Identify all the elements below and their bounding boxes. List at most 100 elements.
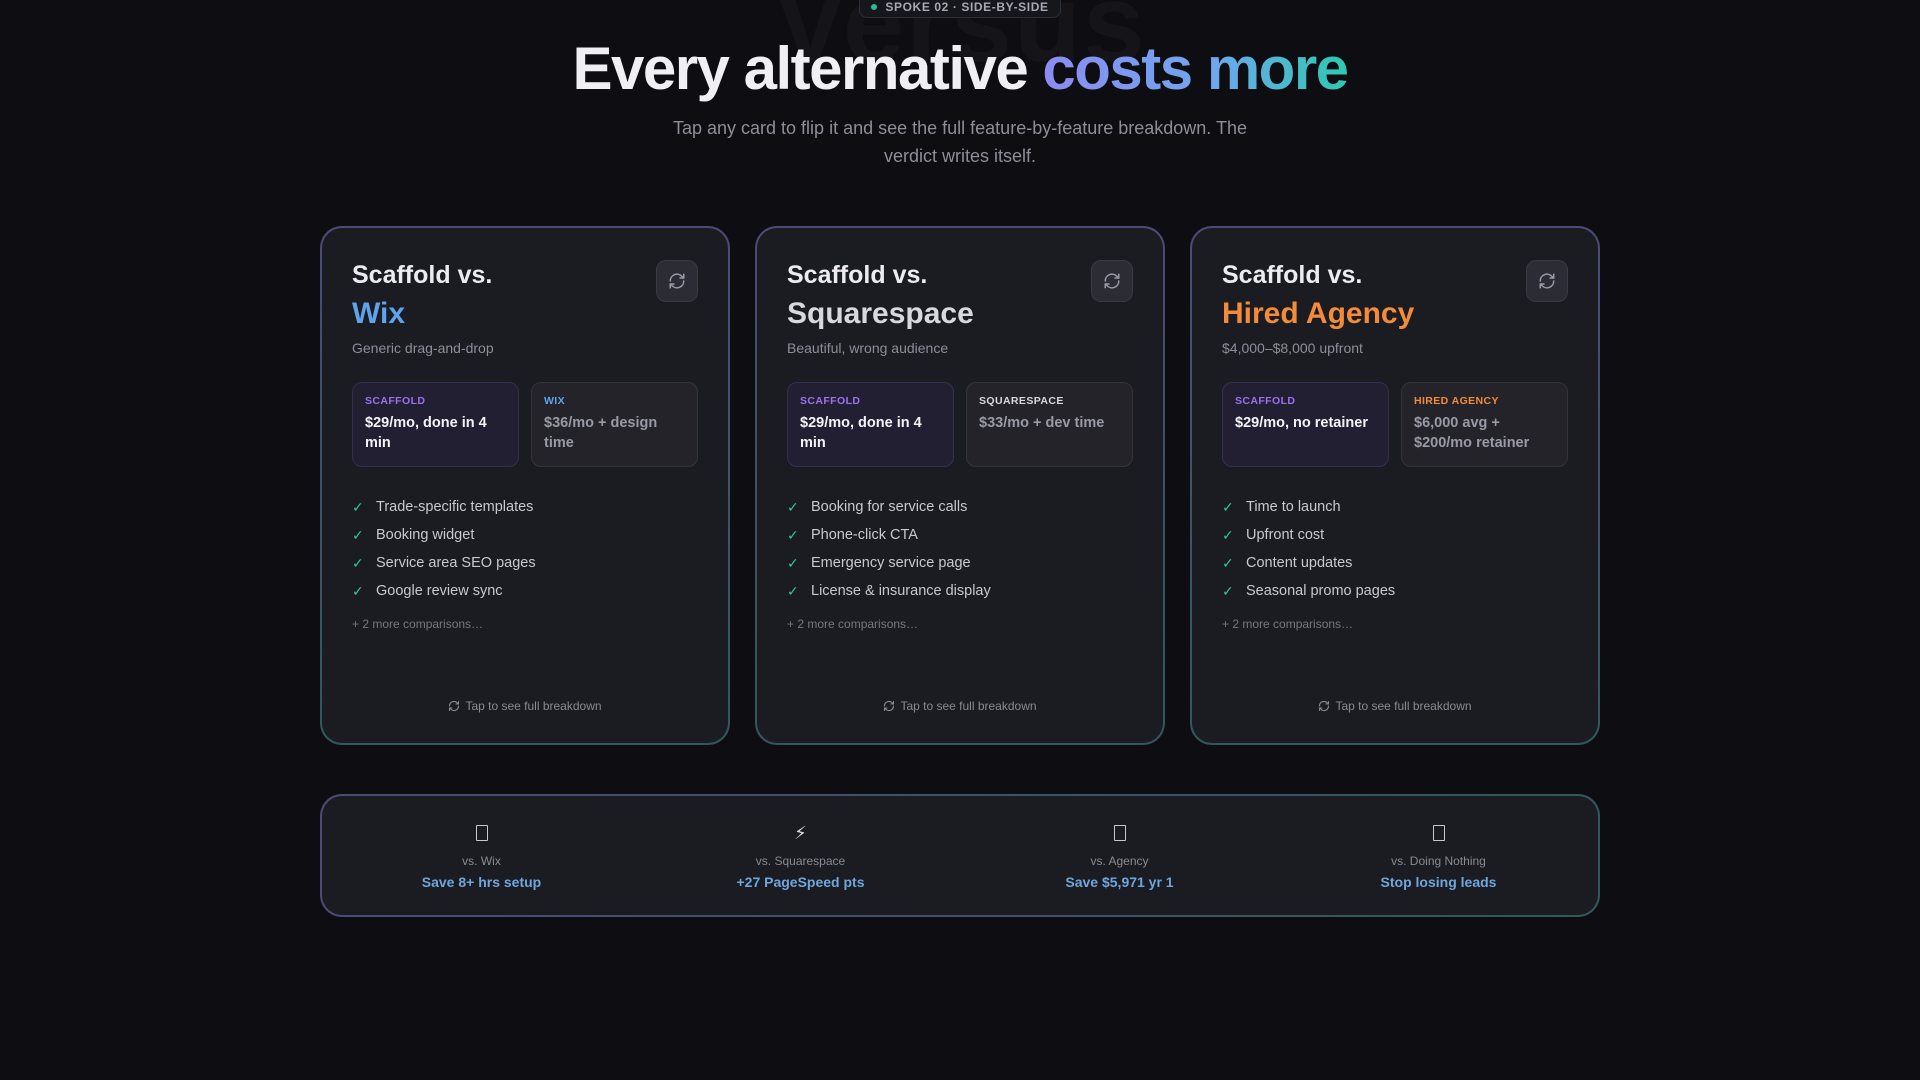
summary-value: +27 PageSpeed pts bbox=[736, 874, 865, 890]
list-item: ✓ Time to launch bbox=[1222, 493, 1568, 521]
summary-item-agency: vs. Agency Save $5,971 yr 1 bbox=[960, 796, 1279, 915]
summary-label: vs. Doing Nothing bbox=[1391, 854, 1486, 868]
rival-price-label: HIRED AGENCY bbox=[1414, 395, 1499, 407]
box-glyph-icon bbox=[1113, 822, 1126, 844]
rival-price-value: $6,000 avg + $200/mo retainer bbox=[1414, 415, 1530, 451]
flip-card-button[interactable] bbox=[1091, 260, 1133, 302]
flip-card-button[interactable] bbox=[656, 260, 698, 302]
feature-text: License & insurance display bbox=[811, 583, 991, 599]
scaffold-price-box: SCAFFOLD $29/mo, done in 4 min bbox=[787, 382, 954, 467]
lightning-icon: ⚡︎ bbox=[794, 822, 807, 843]
feature-list: ✓ Booking for service calls ✓ Phone-click … bbox=[787, 493, 1133, 605]
check-icon: ✓ bbox=[787, 526, 799, 543]
scaffold-price-box: SCAFFOLD $29/mo, no retainer bbox=[1222, 382, 1389, 467]
list-item: ✓ Seasonal promo pages bbox=[1222, 577, 1568, 605]
box-glyph-icon bbox=[475, 822, 488, 844]
savings-summary-bar: vs. Wix Save 8+ hrs setup ⚡︎ vs. Squares… bbox=[320, 794, 1600, 917]
scaffold-price-value: $29/mo, no retainer bbox=[1235, 415, 1368, 431]
price-comparison: SCAFFOLD $29/mo, done in 4 min SQUARESPA… bbox=[787, 382, 1133, 467]
comparison-card-agency[interactable]: Scaffold vs. Hired Agency $4,000–$8,000 … bbox=[1190, 226, 1600, 745]
check-icon: ✓ bbox=[787, 498, 799, 515]
feature-text: Booking widget bbox=[376, 527, 475, 543]
card-heading: Scaffold vs. bbox=[1222, 261, 1363, 289]
summary-label: vs. Wix bbox=[462, 854, 501, 868]
summary-item-wix: vs. Wix Save 8+ hrs setup bbox=[322, 796, 641, 915]
rival-price-label: WIX bbox=[544, 395, 566, 407]
feature-text: Trade-specific templates bbox=[376, 499, 534, 515]
check-icon: ✓ bbox=[1222, 582, 1234, 599]
check-icon: ✓ bbox=[787, 554, 799, 571]
check-icon: ✓ bbox=[352, 498, 364, 515]
feature-text: Time to launch bbox=[1246, 499, 1341, 515]
summary-label: vs. Squarespace bbox=[755, 854, 846, 868]
refresh-icon bbox=[1319, 700, 1330, 712]
tap-hint-text: Tap to see full breakdown bbox=[900, 699, 1037, 713]
feature-list: ✓ Time to launch ✓ Upfront cost ✓ Content u… bbox=[1222, 493, 1568, 605]
tap-hint-text: Tap to see full breakdown bbox=[465, 699, 602, 713]
card-tagline: Generic drag-and-drop bbox=[352, 340, 494, 356]
list-item: ✓ Trade-specific templates bbox=[352, 493, 698, 521]
feature-text: Content updates bbox=[1246, 555, 1353, 571]
comparison-cards: Scaffold vs. Wix Generic drag-and-drop S… bbox=[320, 226, 1600, 746]
check-icon: ✓ bbox=[1222, 554, 1234, 571]
summary-label: vs. Agency bbox=[1090, 854, 1149, 868]
summary-item-doing-nothing: vs. Doing Nothing Stop losing leads bbox=[1279, 796, 1598, 915]
rival-price-box: SQUARESPACE $33/mo + dev time bbox=[966, 382, 1133, 467]
more-comparisons-link[interactable]: + 2 more comparisons… bbox=[1222, 617, 1568, 631]
rival-price-box: WIX $36/mo + design time bbox=[531, 382, 698, 467]
card-rival-name: Hired Agency bbox=[1222, 297, 1415, 330]
scaffold-price-label: SCAFFOLD bbox=[1235, 395, 1296, 407]
list-item: ✓ Emergency service page bbox=[787, 549, 1133, 577]
refresh-icon bbox=[449, 700, 460, 712]
check-icon: ✓ bbox=[352, 526, 364, 543]
price-comparison: SCAFFOLD $29/mo, no retainer HIRED AGENC… bbox=[1222, 382, 1568, 467]
check-icon: ✓ bbox=[1222, 526, 1234, 543]
tap-to-flip-hint[interactable]: Tap to see full breakdown bbox=[757, 699, 1163, 713]
refresh-icon bbox=[1539, 273, 1555, 289]
check-icon: ✓ bbox=[352, 554, 364, 571]
card-heading: Scaffold vs. bbox=[787, 261, 928, 289]
check-icon: ✓ bbox=[787, 582, 799, 599]
list-item: ✓ Service area SEO pages bbox=[352, 549, 698, 577]
tap-to-flip-hint[interactable]: Tap to see full breakdown bbox=[1192, 699, 1598, 713]
scaffold-price-label: SCAFFOLD bbox=[365, 395, 426, 407]
scaffold-price-value: $29/mo, done in 4 min bbox=[365, 415, 487, 451]
card-tagline: Beautiful, wrong audience bbox=[787, 340, 949, 356]
list-item: ✓ Booking widget bbox=[352, 521, 698, 549]
list-item: ✓ Upfront cost bbox=[1222, 521, 1568, 549]
summary-item-squarespace: ⚡︎ vs. Squarespace +27 PageSpeed pts bbox=[641, 796, 960, 915]
card-tagline: $4,000–$8,000 upfront bbox=[1222, 340, 1363, 356]
list-item: ✓ Booking for service calls bbox=[787, 493, 1133, 521]
feature-list: ✓ Trade-specific templates ✓ Booking widge… bbox=[352, 493, 698, 605]
check-icon: ✓ bbox=[352, 582, 364, 599]
hero-subtitle: Tap any card to flip it and see the full… bbox=[672, 118, 1247, 166]
status-dot-icon bbox=[871, 4, 878, 10]
tap-hint-text: Tap to see full breakdown bbox=[1335, 699, 1472, 713]
rival-price-value: $33/mo + dev time bbox=[979, 415, 1105, 431]
card-rival-name: Squarespace bbox=[787, 297, 974, 330]
tap-to-flip-hint[interactable]: Tap to see full breakdown bbox=[322, 699, 728, 713]
list-item: ✓ Phone-click CTA bbox=[787, 521, 1133, 549]
flip-card-button[interactable] bbox=[1526, 260, 1568, 302]
rival-price-label: SQUARESPACE bbox=[979, 395, 1064, 407]
list-item: ✓ License & insurance display bbox=[787, 577, 1133, 605]
hero-title: Every alternative costs more bbox=[0, 34, 1920, 103]
price-comparison: SCAFFOLD $29/mo, done in 4 min WIX $36/m… bbox=[352, 382, 698, 467]
scaffold-price-label: SCAFFOLD bbox=[800, 395, 861, 407]
list-item: ✓ Content updates bbox=[1222, 549, 1568, 577]
feature-text: Phone-click CTA bbox=[811, 527, 918, 543]
comparison-card-squarespace[interactable]: Scaffold vs. Squarespace Beautiful, wron… bbox=[755, 226, 1165, 745]
feature-text: Booking for service calls bbox=[811, 499, 968, 515]
section-eyebrow-badge: SPOKE 02 · SIDE-BY-SIDE bbox=[859, 0, 1061, 18]
box-glyph-icon bbox=[1432, 822, 1445, 844]
summary-value: Save 8+ hrs setup bbox=[421, 874, 542, 890]
refresh-icon bbox=[669, 273, 685, 289]
hero-title-accent: costs more bbox=[1042, 35, 1349, 102]
summary-value: Stop losing leads bbox=[1380, 874, 1497, 890]
more-comparisons-link[interactable]: + 2 more comparisons… bbox=[352, 617, 698, 631]
feature-text: Seasonal promo pages bbox=[1246, 583, 1396, 599]
more-comparisons-link[interactable]: + 2 more comparisons… bbox=[787, 617, 1133, 631]
comparison-card-wix[interactable]: Scaffold vs. Wix Generic drag-and-drop S… bbox=[320, 226, 730, 745]
feature-text: Google review sync bbox=[376, 583, 503, 599]
summary-value: Save $5,971 yr 1 bbox=[1065, 874, 1174, 890]
